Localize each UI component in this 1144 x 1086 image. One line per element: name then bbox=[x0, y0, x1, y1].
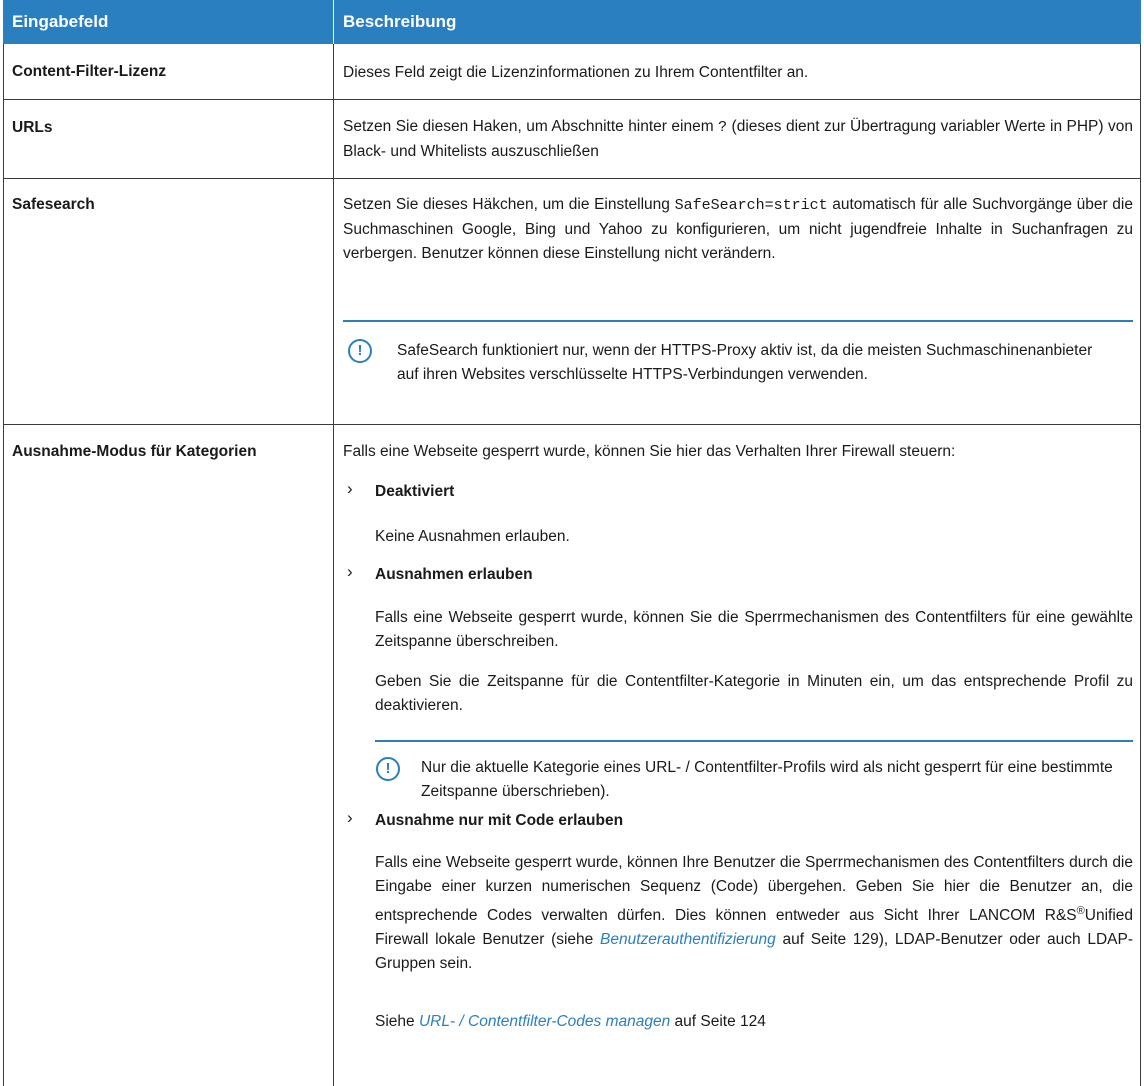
table-left-border bbox=[3, 44, 4, 1086]
inline-code: SafeSearch=strict bbox=[674, 197, 828, 214]
header-divider bbox=[333, 0, 334, 44]
table-right-border bbox=[1140, 44, 1141, 1086]
chevron-right-icon: › bbox=[347, 562, 353, 581]
chevron-right-icon: › bbox=[347, 808, 353, 827]
table-column-divider bbox=[333, 44, 334, 1086]
inline-code: ? bbox=[718, 119, 728, 136]
note-text-exceptions: Nur die aktuelle Kategorie eines URL- / … bbox=[421, 759, 1113, 800]
link-content-filter-codes[interactable]: URL- / Contentfilter-Codes managen bbox=[419, 1013, 670, 1030]
row-divider bbox=[3, 178, 1141, 179]
row-label-exception-mode: Ausnahme-Modus für Kategorien bbox=[12, 443, 257, 460]
note-top-rule bbox=[343, 320, 1133, 322]
link-user-authentication[interactable]: Benutzerauthentifizierung bbox=[600, 931, 776, 948]
row-text-license: Dieses Feld zeigt die Lizenzinformatione… bbox=[343, 64, 809, 81]
row-text-exception-intro: Falls eine Webseite gesperrt wurde, könn… bbox=[343, 443, 956, 460]
exclamation-circle-icon: ! bbox=[348, 339, 372, 363]
option-see-also: Siehe URL- / Contentfilter-Codes managen… bbox=[375, 1013, 766, 1030]
exclamation-circle-icon: ! bbox=[376, 757, 400, 781]
row-label-safesearch: Safesearch bbox=[12, 196, 95, 213]
option-text-allow-exceptions-2: Geben Sie die Zeitspanne für die Content… bbox=[375, 673, 1133, 714]
header-col-field: Eingabefeld bbox=[12, 12, 109, 31]
option-title-deactivated: Deaktiviert bbox=[375, 483, 455, 500]
row-divider bbox=[3, 99, 1141, 100]
row-text-safesearch: Setzen Sie dieses Häkchen, um die Einste… bbox=[343, 196, 1133, 262]
option-title-code-only: Ausnahme nur mit Code erlauben bbox=[375, 812, 624, 829]
table-header: Eingabefeld Beschreibung bbox=[3, 0, 1141, 44]
note-text-safesearch: SafeSearch funktioniert nur, wenn der HT… bbox=[397, 342, 1093, 383]
row-divider bbox=[3, 424, 1141, 425]
chevron-right-icon: › bbox=[347, 479, 353, 498]
row-label-license: Content-Filter-Lizenz bbox=[12, 63, 167, 80]
option-title-allow-exceptions: Ausnahmen erlauben bbox=[375, 566, 533, 583]
row-text-urls: Setzen Sie diesen Haken, um Abschnitte h… bbox=[343, 118, 1133, 160]
header-col-description: Beschreibung bbox=[343, 12, 457, 31]
option-text-deactivated: Keine Ausnahmen erlauben. bbox=[375, 528, 570, 545]
row-label-urls: URLs bbox=[12, 119, 53, 136]
option-text-allow-exceptions-1: Falls eine Webseite gesperrt wurde, könn… bbox=[375, 609, 1133, 650]
note-top-rule bbox=[375, 740, 1133, 742]
option-text-code-only: Falls eine Webseite gesperrt wurde, könn… bbox=[375, 854, 1134, 973]
parameter-table: Eingabefeld Beschreibung Content-Filter-… bbox=[3, 0, 1141, 1086]
